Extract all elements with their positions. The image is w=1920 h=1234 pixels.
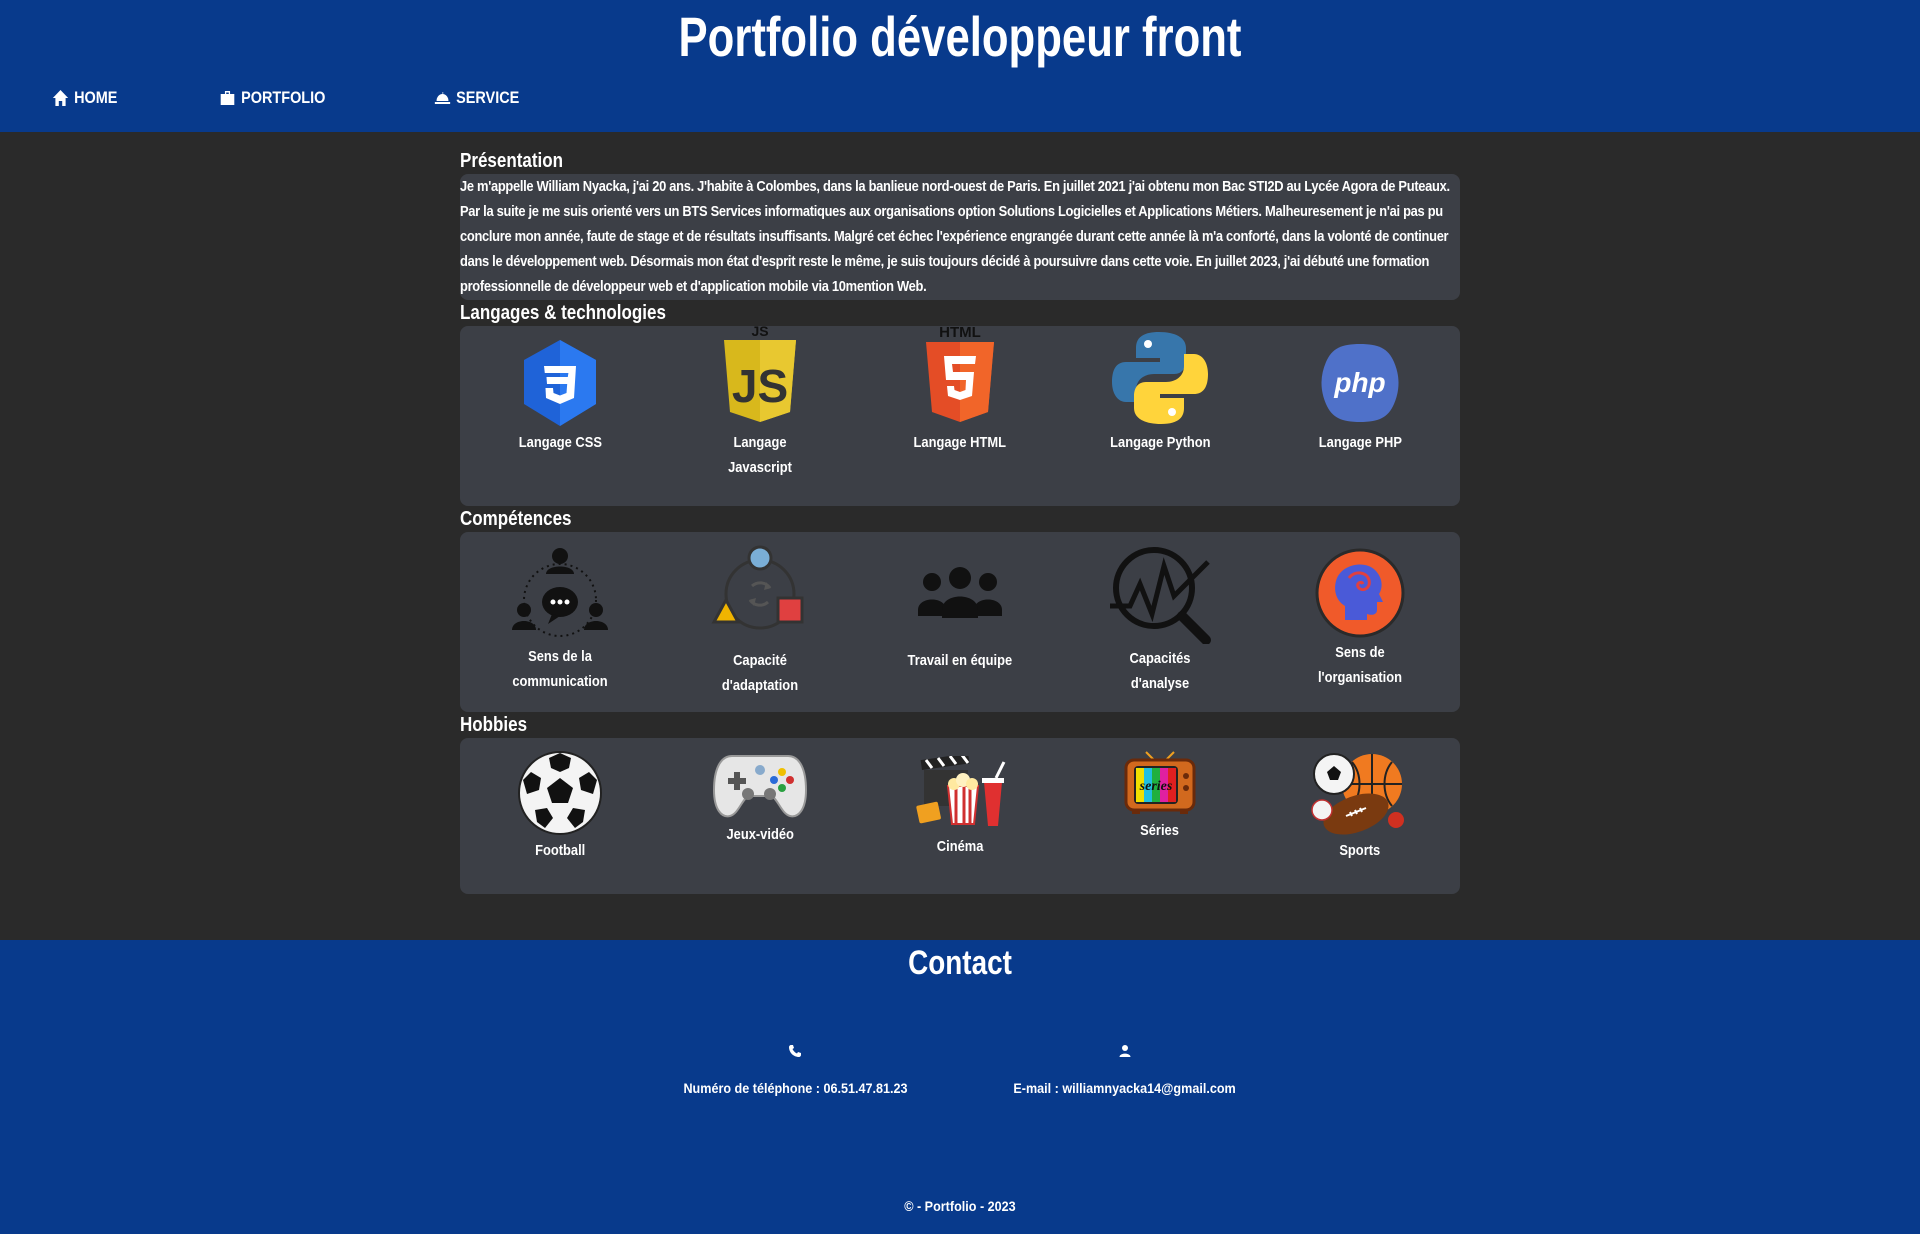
user-icon xyxy=(1119,1045,1131,1057)
email-text: E-mail : williamnyacka14@gmail.com xyxy=(1013,1080,1237,1096)
contact-title: Contact xyxy=(908,944,1012,982)
language-card-php: php Langage PHP xyxy=(1295,338,1425,455)
main-nav: HOME PORTFOLIO SERVICE xyxy=(52,88,625,108)
svg-text:HTML: HTML xyxy=(939,324,981,341)
skill-label-communication: Sens de la communication xyxy=(512,648,608,690)
presentation-box: Je m'appelle William Nyacka, j'ai 20 ans… xyxy=(460,174,1460,300)
contact-phone[interactable]: Numéro de téléphone : 06.51.47.81.23 xyxy=(620,1044,970,1096)
hobby-label-series: Séries xyxy=(1140,822,1180,839)
copyright-text: © - Portfolio - 2023 xyxy=(904,1198,1016,1214)
nav-home[interactable]: HOME xyxy=(52,88,117,108)
page-title: Portfolio développeur front xyxy=(678,5,1242,68)
skill-card-team: Travail en équipe xyxy=(895,544,1025,673)
hobbies-box: Football Jeux-vidéo Cinéma series Séries… xyxy=(460,738,1460,894)
communication-icon xyxy=(512,548,608,637)
presentation-text: Je m'appelle William Nyacka, j'ai 20 ans… xyxy=(460,178,1450,295)
contact-email[interactable]: E-mail : williamnyacka14@gmail.com xyxy=(950,1044,1300,1096)
copyright: © - Portfolio - 2023 xyxy=(0,1198,1920,1214)
svg-text:JS: JS xyxy=(751,324,768,339)
hobby-label-cinema: Cinéma xyxy=(936,838,984,855)
language-card-html: HTML Langage HTML xyxy=(895,324,1025,455)
hobbies-title: Hobbies xyxy=(460,714,528,736)
phone-text: Numéro de téléphone : 06.51.47.81.23 xyxy=(682,1080,908,1096)
hobby-card-cinema: Cinéma xyxy=(895,750,1025,859)
language-card-javascript: JS JS Langage Javascript xyxy=(695,324,825,480)
hobby-card-sports: Sports xyxy=(1295,750,1425,863)
css3-icon xyxy=(524,340,596,426)
language-label-php: Langage PHP xyxy=(1318,434,1402,451)
svg-text:php: php xyxy=(1333,367,1385,398)
skill-label-analysis: Capacités d'analyse xyxy=(1129,650,1191,692)
skill-label-adaptation: Capacité d'adaptation xyxy=(721,652,799,694)
javascript-icon: JS JS xyxy=(724,324,796,422)
main-content: Présentation Je m'appelle William Nyacka… xyxy=(460,132,1460,922)
html5-icon: HTML xyxy=(926,324,994,422)
skill-card-organization: Sens de l'organisation xyxy=(1295,544,1425,690)
sports-balls-icon xyxy=(1311,753,1404,835)
nav-service[interactable]: SERVICE xyxy=(434,88,519,108)
analysis-icon xyxy=(1110,547,1211,644)
nav-portfolio-label: PORTFOLIO xyxy=(241,88,326,107)
cinema-icon xyxy=(916,756,1006,826)
languages-title: Langages & technologies xyxy=(460,302,666,324)
service-bell-icon xyxy=(435,92,451,104)
nav-service-label: SERVICE xyxy=(456,88,520,107)
hobby-label-sports: Sports xyxy=(1339,842,1381,859)
skills-title: Compétences xyxy=(460,508,572,530)
hobby-card-series: series Séries xyxy=(1095,750,1225,843)
hobby-card-videogames: Jeux-vidéo xyxy=(695,750,825,847)
tv-icon: series xyxy=(1124,751,1196,814)
soccer-ball-icon xyxy=(518,751,602,835)
language-label-javascript: Langage Javascript xyxy=(728,434,792,476)
language-label-python: Langage Python xyxy=(1109,434,1211,451)
skill-card-adaptation: Capacité d'adaptation xyxy=(695,544,825,698)
nav-portfolio[interactable]: PORTFOLIO xyxy=(219,88,325,108)
phone-icon xyxy=(789,1045,801,1057)
svg-text:JS: JS xyxy=(732,360,788,412)
languages-box: Langage CSS JS JS Langage Javascript HTM… xyxy=(460,324,1460,506)
language-card-css: Langage CSS xyxy=(495,338,625,455)
home-icon xyxy=(52,90,69,106)
skill-label-team: Travail en équipe xyxy=(907,652,1013,669)
python-icon xyxy=(1112,332,1208,424)
site-footer: Contact Numéro de téléphone : 06.51.47.8… xyxy=(0,940,1920,1234)
skills-box: Sens de la communication Capacité d'adap… xyxy=(460,532,1460,712)
language-label-html: Langage HTML xyxy=(913,434,1007,451)
presentation-title: Présentation xyxy=(460,150,563,172)
tv-badge-text: series xyxy=(1139,779,1173,794)
skill-card-communication: Sens de la communication xyxy=(495,544,625,694)
language-card-python: Langage Python xyxy=(1095,332,1225,455)
hobby-label-videogames: Jeux-vidéo xyxy=(726,826,794,843)
php-icon: php xyxy=(1321,344,1399,422)
gamepad-icon xyxy=(712,755,808,818)
nav-home-label: HOME xyxy=(74,88,118,107)
skill-label-organization: Sens de l'organisation xyxy=(1317,644,1403,686)
briefcase-icon xyxy=(220,91,235,105)
adaptation-icon xyxy=(711,545,804,630)
team-icon xyxy=(918,567,1002,618)
organization-icon xyxy=(1315,548,1405,638)
site-header: Portfolio développeur front HOME PORTFOL… xyxy=(0,0,1920,132)
skill-card-analysis: Capacités d'analyse xyxy=(1095,544,1225,696)
language-label-css: Langage CSS xyxy=(518,434,602,451)
hobby-label-football: Football xyxy=(534,842,586,859)
hobby-card-football: Football xyxy=(495,750,625,863)
